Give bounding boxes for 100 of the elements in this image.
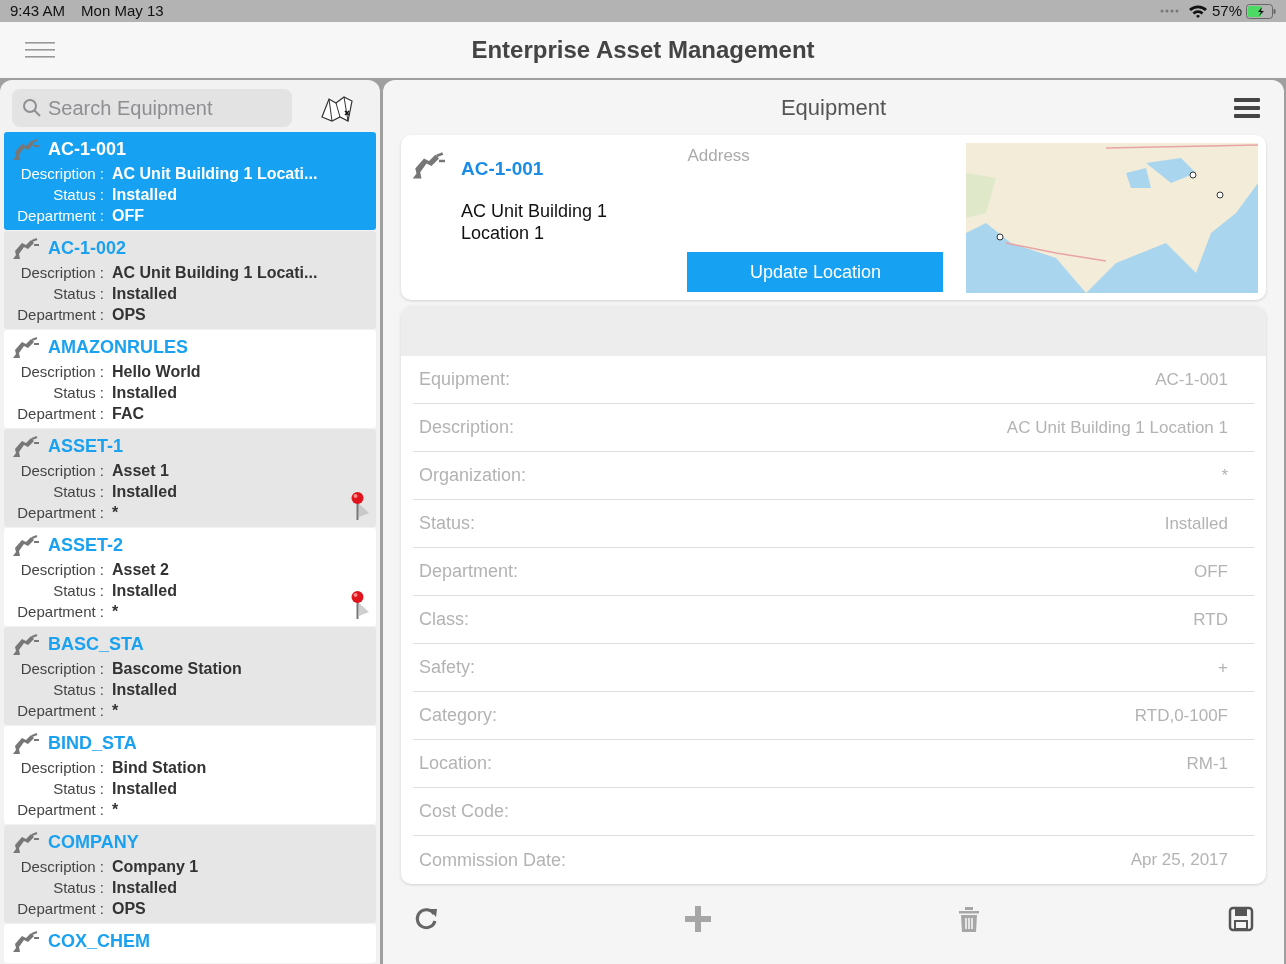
field-value: Asset 1 bbox=[112, 461, 169, 481]
field-label: Department : bbox=[16, 305, 105, 325]
field-label: Department : bbox=[16, 701, 105, 721]
equipment-name: AMAZONRULES bbox=[48, 336, 188, 359]
equipment-code[interactable]: AC-1-001 bbox=[461, 155, 621, 184]
field-value: Installed bbox=[112, 185, 177, 205]
field-label: Status : bbox=[52, 185, 105, 205]
equipment-icon bbox=[10, 731, 40, 756]
equipment-name: BIND_STA bbox=[48, 732, 137, 755]
panel-title: Equipment bbox=[780, 94, 887, 122]
menu-icon[interactable] bbox=[1234, 97, 1260, 118]
field-label: Class: bbox=[419, 608, 469, 631]
field-label: Status : bbox=[52, 482, 105, 502]
field-value: OFF bbox=[1194, 560, 1228, 583]
field-label: Department : bbox=[16, 602, 105, 622]
field-value: Bascome Station bbox=[112, 659, 242, 679]
field-label: Description : bbox=[19, 164, 105, 184]
field-label: Description : bbox=[19, 857, 105, 877]
field-label: Description : bbox=[19, 758, 105, 778]
field-value: Installed bbox=[112, 878, 177, 898]
equipment-icon bbox=[10, 929, 40, 954]
field-value: Installed bbox=[112, 680, 177, 700]
field-value: * bbox=[112, 800, 119, 820]
field-value: * bbox=[1221, 464, 1228, 487]
field-label: Department : bbox=[16, 206, 105, 226]
field-value: Apr 25, 2017 bbox=[1130, 849, 1228, 872]
field-value: RTD bbox=[1193, 608, 1228, 631]
field-value: * bbox=[112, 503, 119, 523]
equipment-list-item[interactable]: BASC_STA Description : Bascome Station Status : Installed Department : * bbox=[4, 627, 376, 725]
equipment-name: AC-1-001 bbox=[48, 138, 127, 161]
search-field[interactable]: Search Equipment bbox=[12, 89, 292, 127]
equipment-icon bbox=[10, 830, 40, 855]
field-label: Description : bbox=[19, 560, 105, 580]
equipment-list-item[interactable]: ASSET-1 Description : Asset 1 Status : Installed Department : * bbox=[4, 429, 376, 527]
field-label: Status : bbox=[52, 581, 105, 601]
equipment-list-item[interactable]: AMAZONRULES Description : Hello World Status : Installed Department : FAC bbox=[4, 330, 376, 428]
equipment-list-item[interactable]: AC-1-002 Description : AC Unit Building 1 Locati... Status : Installed Department : OPS bbox=[4, 231, 376, 329]
field-value: AC Unit Building 1 Locati... bbox=[112, 164, 318, 184]
refresh-icon[interactable] bbox=[413, 906, 439, 932]
search-icon bbox=[22, 98, 42, 118]
equipment-name: COMPANY bbox=[48, 831, 139, 854]
field-value: Installed bbox=[112, 779, 177, 799]
field-label: Location: bbox=[419, 752, 493, 775]
field-label: Department : bbox=[16, 503, 105, 523]
equipment-name: BASC_STA bbox=[48, 633, 144, 656]
wifi-icon bbox=[1187, 3, 1208, 19]
equipment-description: AC Unit Building 1 Location 1 bbox=[461, 199, 609, 244]
field-value: * bbox=[112, 602, 119, 622]
field-value: * bbox=[112, 701, 119, 721]
field-value: AC Unit Building 1 Locati... bbox=[112, 263, 318, 283]
field-label: Department: bbox=[419, 560, 519, 583]
field-value: + bbox=[1218, 656, 1228, 679]
field-value: Installed bbox=[112, 383, 177, 403]
equipment-icon bbox=[10, 533, 40, 558]
equipment-name: ASSET-1 bbox=[48, 435, 124, 458]
equipment-list-item[interactable]: COMPANY Description : Company 1 Status : Installed Department : OPS bbox=[4, 825, 376, 923]
field-label: Cost Code: bbox=[419, 800, 510, 823]
battery-text: 57% bbox=[1211, 0, 1242, 21]
field-value: RM-1 bbox=[1186, 752, 1228, 775]
address-label: Address bbox=[687, 145, 751, 167]
field-label: Status : bbox=[52, 284, 105, 304]
field-label: Commission Date: bbox=[419, 848, 567, 872]
field-label: Status: bbox=[419, 512, 476, 535]
field-value: RTD,0-100F bbox=[1134, 704, 1228, 727]
field-label: Department : bbox=[16, 800, 105, 820]
field-label: Status : bbox=[52, 383, 105, 403]
field-value: AC-1-001 bbox=[1155, 368, 1228, 391]
field-value: Asset 2 bbox=[112, 560, 169, 580]
field-value: OFF bbox=[112, 206, 144, 226]
field-label: Description : bbox=[19, 659, 105, 679]
equipment-icon bbox=[10, 434, 40, 459]
field-label: Equipment: bbox=[419, 368, 511, 391]
field-label: Description : bbox=[19, 362, 105, 382]
field-value: OPS bbox=[112, 899, 146, 919]
time-text: 9:43 AM bbox=[10, 0, 66, 21]
equipment-name: ASSET-2 bbox=[48, 534, 124, 557]
save-icon[interactable] bbox=[1227, 906, 1254, 932]
field-label: Description : bbox=[19, 461, 105, 481]
equipment-icon bbox=[10, 335, 40, 360]
field-label: Safety: bbox=[419, 656, 476, 679]
field-label: Organization: bbox=[419, 464, 527, 487]
equipment-icon bbox=[10, 236, 40, 261]
field-value: Installed bbox=[1164, 512, 1228, 535]
equipment-name: COX_CHEM bbox=[48, 930, 150, 953]
field-value: Installed bbox=[112, 482, 177, 502]
field-value: Installed bbox=[112, 284, 177, 304]
field-value: Bind Station bbox=[112, 758, 207, 778]
field-label: Department : bbox=[16, 899, 105, 919]
field-label: Department : bbox=[16, 404, 105, 424]
field-value: Hello World bbox=[112, 362, 201, 382]
pin-icon bbox=[350, 491, 370, 521]
field-label: Status : bbox=[52, 878, 105, 898]
field-label: Category: bbox=[419, 704, 498, 727]
equipment-list-item[interactable]: BIND_STA Description : Bind Station Status : Installed Department : * bbox=[4, 726, 376, 824]
equipment-list-item[interactable]: ASSET-2 Description : Asset 2 Status : Installed Department : * bbox=[4, 528, 376, 626]
field-label: Status : bbox=[52, 680, 105, 700]
equipment-name: AC-1-002 bbox=[48, 237, 127, 260]
pin-icon bbox=[350, 590, 370, 620]
field-label: Status : bbox=[52, 779, 105, 799]
field-value: AC Unit Building 1 Location 1 bbox=[1006, 416, 1228, 439]
